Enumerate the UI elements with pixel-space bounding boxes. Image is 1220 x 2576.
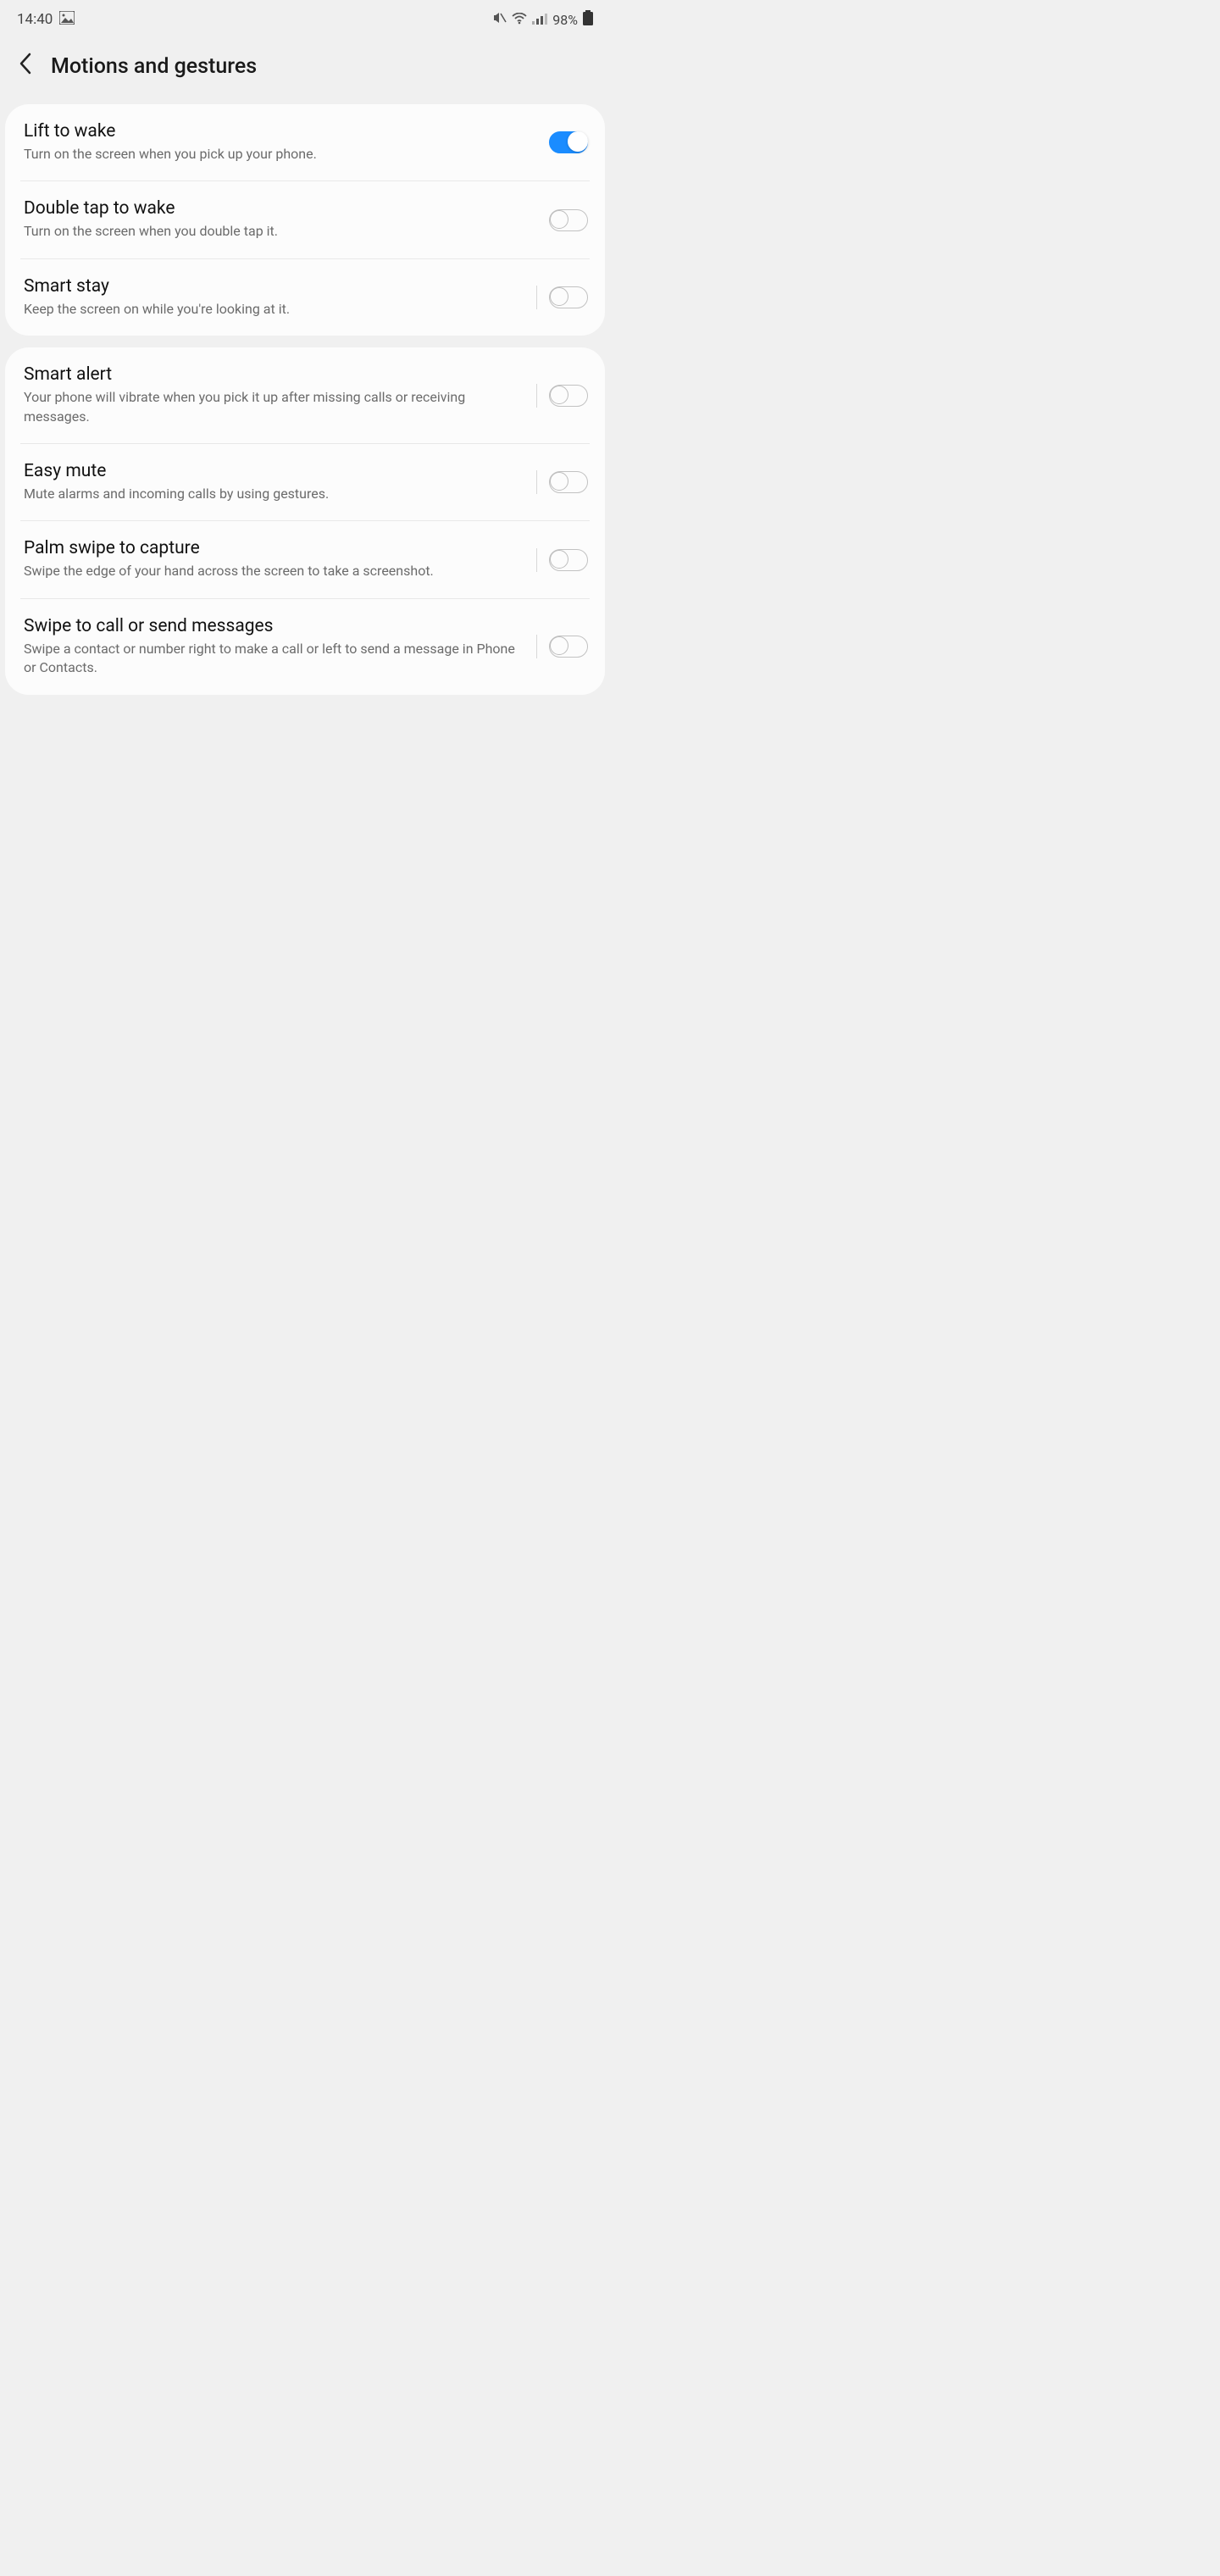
- status-time: 14:40: [17, 11, 53, 28]
- toggle-easy-mute[interactable]: [549, 471, 588, 493]
- toggle-wrap: [536, 635, 588, 658]
- setting-title: Double tap to wake: [24, 198, 539, 219]
- setting-title: Easy mute: [24, 461, 526, 481]
- setting-text: Palm swipe to capture Swipe the edge of y…: [24, 538, 536, 580]
- setting-row-lift-to-wake[interactable]: Lift to wake Turn on the screen when you …: [5, 104, 605, 180]
- toggle-separator: [536, 286, 537, 309]
- toggle-double-tap-to-wake[interactable]: [549, 209, 588, 231]
- setting-text: Lift to wake Turn on the screen when you …: [24, 121, 549, 164]
- setting-description: Swipe a contact or number right to make …: [24, 640, 526, 678]
- toggle-knob: [550, 550, 568, 569]
- setting-row-double-tap-to-wake[interactable]: Double tap to wake Turn on the screen whe…: [5, 181, 605, 258]
- toggle-knob: [550, 472, 568, 491]
- setting-row-smart-stay[interactable]: Smart stay Keep the screen on while you'r…: [5, 259, 605, 336]
- toggle-separator: [536, 635, 537, 658]
- toggle-wrap: [536, 470, 588, 494]
- toggle-smart-stay[interactable]: [549, 286, 588, 308]
- setting-description: Swipe the edge of your hand across the s…: [24, 562, 526, 580]
- setting-title: Lift to wake: [24, 121, 539, 142]
- setting-text: Smart alert Your phone will vibrate when …: [24, 364, 536, 426]
- battery-icon: [583, 10, 593, 29]
- battery-percent: 98%: [552, 12, 578, 28]
- setting-row-easy-mute[interactable]: Easy mute Mute alarms and incoming calls …: [5, 444, 605, 520]
- setting-row-palm-swipe[interactable]: Palm swipe to capture Swipe the edge of y…: [5, 521, 605, 597]
- setting-text: Double tap to wake Turn on the screen whe…: [24, 198, 549, 241]
- toggle-knob: [550, 287, 568, 306]
- status-right: 98%: [493, 10, 593, 29]
- back-button[interactable]: [19, 53, 32, 80]
- setting-title: Swipe to call or send messages: [24, 616, 526, 636]
- toggle-smart-alert[interactable]: [549, 385, 588, 407]
- page-title: Motions and gestures: [51, 54, 257, 79]
- image-icon: [59, 11, 75, 28]
- toggle-palm-swipe[interactable]: [549, 549, 588, 571]
- setting-description: Mute alarms and incoming calls by using …: [24, 485, 526, 503]
- setting-description: Turn on the screen when you pick up your…: [24, 145, 539, 164]
- setting-text: Easy mute Mute alarms and incoming calls …: [24, 461, 536, 503]
- settings-card: Lift to wake Turn on the screen when you …: [5, 104, 605, 336]
- settings-card: Smart alert Your phone will vibrate when …: [5, 347, 605, 694]
- setting-title: Smart alert: [24, 364, 526, 385]
- toggle-separator: [536, 384, 537, 408]
- mute-icon: [493, 11, 507, 28]
- toggle-lift-to-wake[interactable]: [549, 131, 588, 153]
- toggle-knob: [550, 636, 568, 655]
- setting-text: Smart stay Keep the screen on while you'r…: [24, 276, 536, 319]
- setting-title: Palm swipe to capture: [24, 538, 526, 558]
- toggle-swipe-to-call[interactable]: [549, 636, 588, 658]
- wifi-icon: [512, 12, 527, 28]
- setting-row-smart-alert[interactable]: Smart alert Your phone will vibrate when …: [5, 347, 605, 443]
- setting-row-swipe-to-call[interactable]: Swipe to call or send messages Swipe a co…: [5, 599, 605, 695]
- signal-icon: [532, 12, 547, 28]
- toggle-wrap: [536, 384, 588, 408]
- toggle-separator: [536, 548, 537, 572]
- setting-description: Keep the screen on while you're looking …: [24, 300, 526, 319]
- toggle-knob: [568, 131, 588, 152]
- setting-description: Your phone will vibrate when you pick it…: [24, 388, 526, 426]
- setting-description: Turn on the screen when you double tap i…: [24, 222, 539, 241]
- toggle-wrap: [536, 286, 588, 309]
- setting-title: Smart stay: [24, 276, 526, 297]
- toggle-knob: [550, 386, 568, 404]
- setting-text: Swipe to call or send messages Swipe a co…: [24, 616, 536, 678]
- toggle-separator: [536, 470, 537, 494]
- toggle-wrap: [549, 209, 588, 231]
- status-bar: 14:40 98%: [0, 0, 610, 36]
- status-left: 14:40: [17, 11, 75, 28]
- toggle-knob: [550, 210, 568, 229]
- header: Motions and gestures: [0, 36, 610, 104]
- toggle-wrap: [549, 131, 588, 153]
- toggle-wrap: [536, 548, 588, 572]
